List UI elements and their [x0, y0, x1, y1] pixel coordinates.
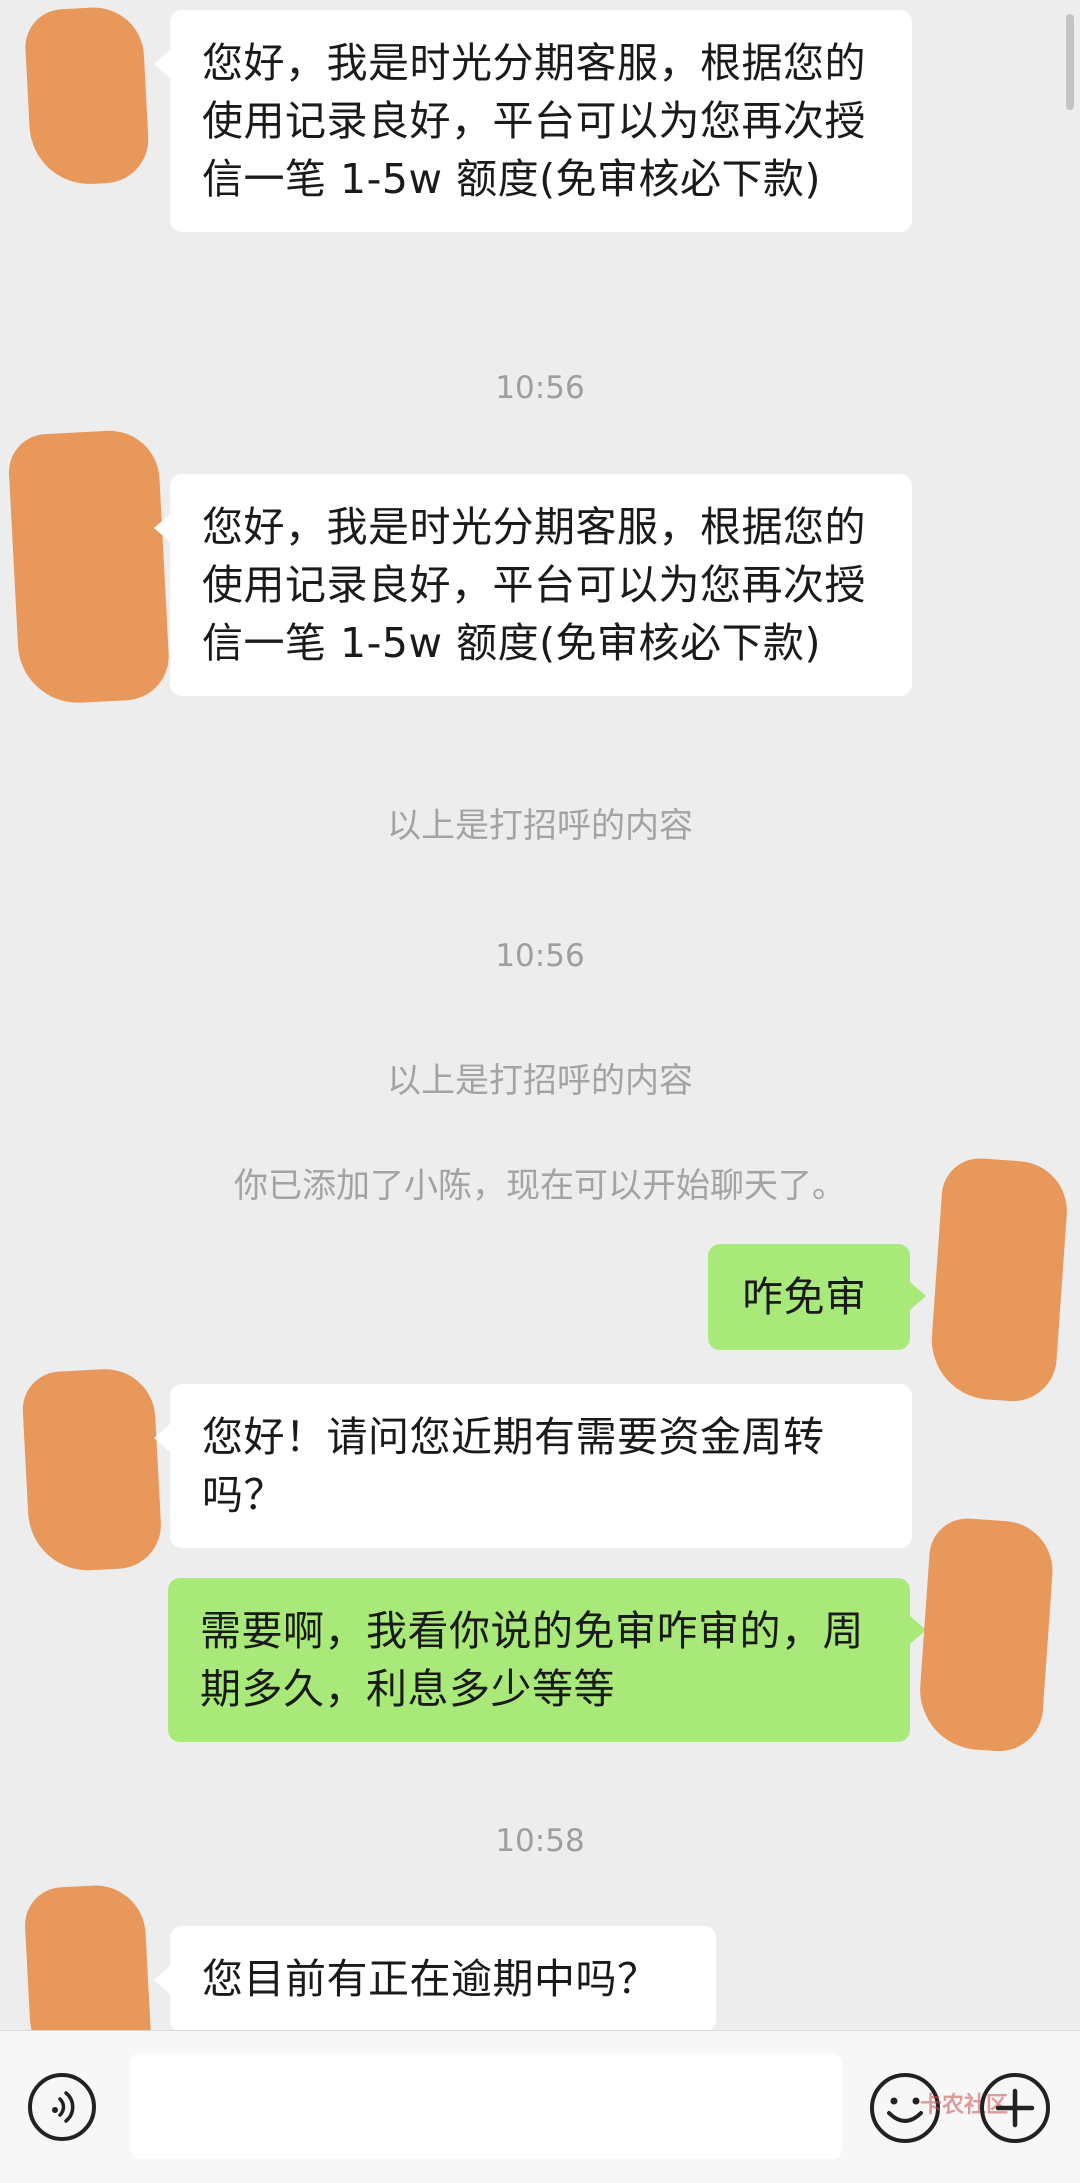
avatar-self[interactable] [916, 1515, 1056, 1755]
message-text: 您目前有正在逾期中吗？ [202, 1955, 659, 2003]
chat-area[interactable]: 您好，我是时光分期客服，根据您的使用记录良好，平台可以为您再次授信一笔 1-5w… [0, 0, 1080, 2030]
voice-icon [52, 2091, 75, 2123]
message-text: 您好！请问您近期有需要资金周转吗？ [202, 1413, 825, 1519]
timestamp: 10:58 [495, 1823, 585, 1859]
incoming-message: 您好，我是时光分期客服，根据您的使用记录良好，平台可以为您再次授信一笔 1-5w… [154, 10, 912, 232]
avatar-contact[interactable] [23, 5, 151, 187]
message-text: 需要啊，我看你说的免审咋审的，周期多久，利息多少等等 [200, 1607, 864, 1713]
system-notice: 你已添加了小陈，现在可以开始聊天了。 [234, 1166, 846, 1206]
plus-icon [995, 2088, 1035, 2128]
avatar-contact[interactable] [23, 1882, 153, 2030]
plus-button[interactable] [980, 2073, 1050, 2143]
incoming-message: 您目前有正在逾期中吗？ [154, 1926, 716, 2030]
message-input[interactable] [130, 2053, 842, 2159]
avatar-contact[interactable] [20, 1366, 164, 1574]
system-notice: 以上是打招呼的内容 [387, 806, 693, 846]
outgoing-message: 需要啊，我看你说的免审咋审的，周期多久，利息多少等等 [168, 1578, 926, 1742]
incoming-message: 您好！请问您近期有需要资金周转吗？ [154, 1384, 912, 1548]
incoming-message: 您好，我是时光分期客服，根据您的使用记录良好，平台可以为您再次授信一笔 1-5w… [154, 474, 912, 696]
avatar-contact[interactable] [7, 428, 171, 706]
system-notice: 以上是打招呼的内容 [387, 1061, 693, 1101]
message-text: 您好，我是时光分期客服，根据您的使用记录良好，平台可以为您再次授信一笔 1-5w… [202, 503, 866, 667]
timestamp: 10:56 [495, 938, 585, 974]
input-toolbar: 卡农社区 [0, 2030, 1080, 2183]
voice-button[interactable] [28, 2073, 96, 2141]
outgoing-message: 咋免审 [708, 1244, 926, 1350]
message-text: 咋免审 [742, 1273, 867, 1321]
timestamp: 10:56 [495, 370, 585, 406]
scroll-indicator[interactable] [1066, 14, 1074, 110]
message-text: 您好，我是时光分期客服，根据您的使用记录良好，平台可以为您再次授信一笔 1-5w… [202, 39, 866, 203]
avatar-self[interactable] [927, 1155, 1071, 1405]
